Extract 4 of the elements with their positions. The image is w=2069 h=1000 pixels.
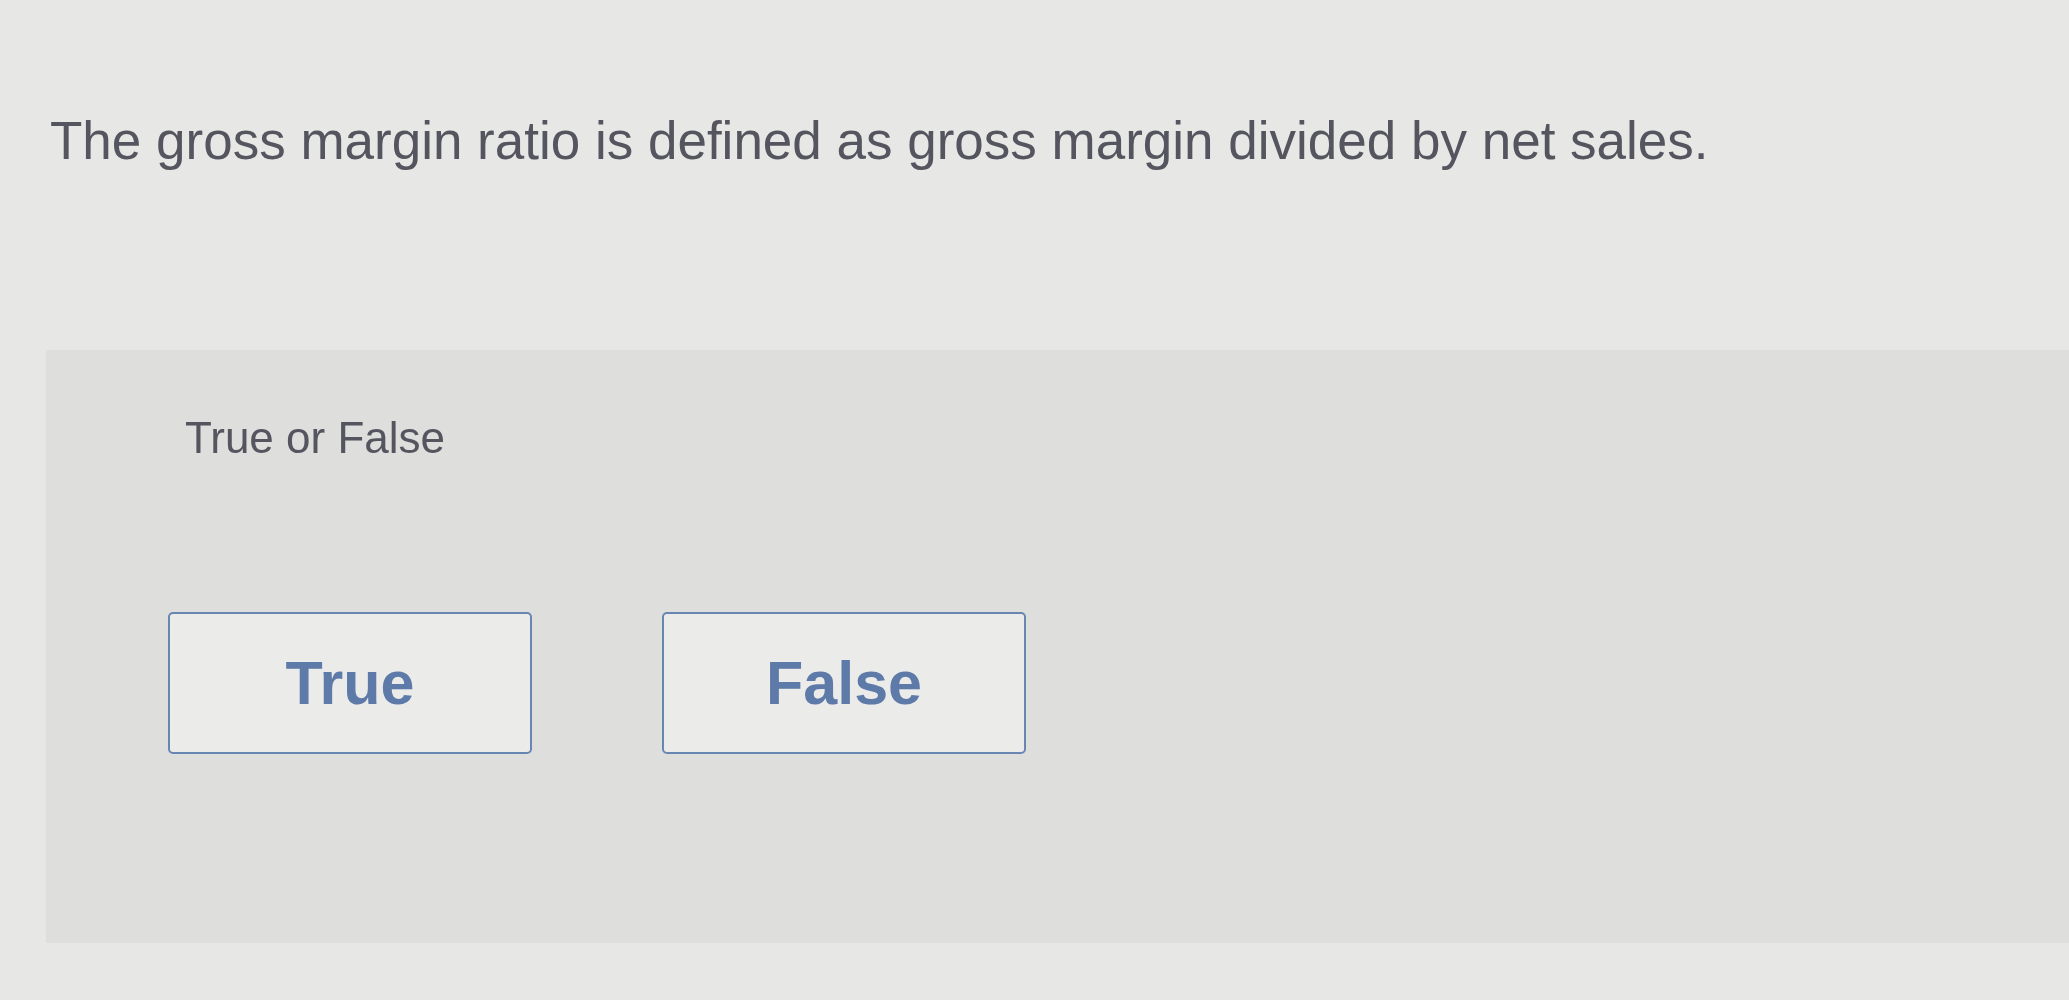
question-text: The gross margin ratio is defined as gross margin divided by net sales.	[50, 110, 1709, 172]
prompt-text: True or False	[185, 412, 445, 464]
answer-button[interactable]: False	[662, 612, 1026, 754]
answer-button[interactable]: True	[168, 612, 532, 754]
